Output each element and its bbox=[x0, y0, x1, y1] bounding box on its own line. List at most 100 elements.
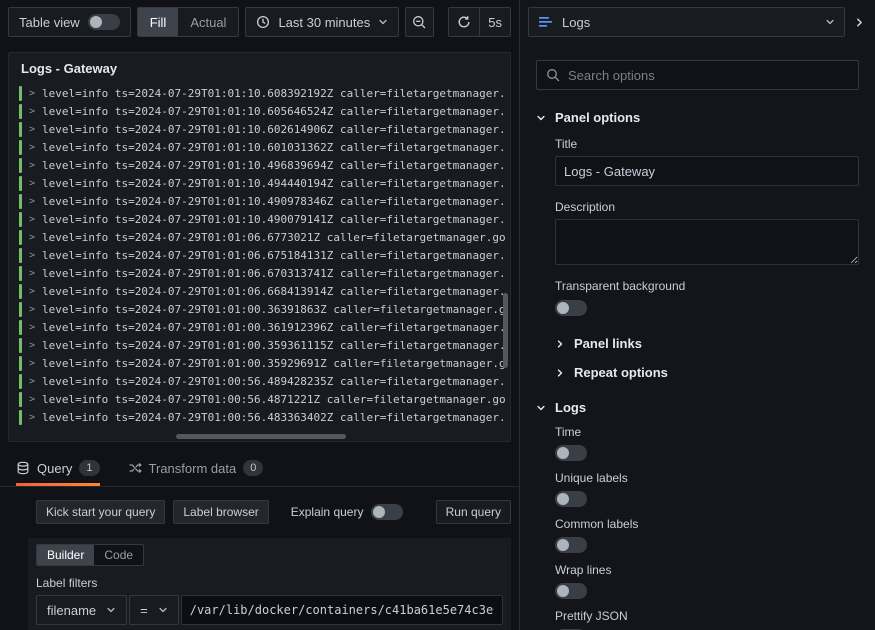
log-expand-chevron-icon[interactable]: > bbox=[29, 106, 35, 117]
tab-transform-data[interactable]: Transform data 0 bbox=[128, 450, 264, 486]
filter-operator-select[interactable]: = bbox=[129, 595, 179, 625]
log-expand-chevron-icon[interactable]: > bbox=[29, 394, 35, 405]
log-expand-chevron-icon[interactable]: > bbox=[29, 178, 35, 189]
log-expand-chevron-icon[interactable]: > bbox=[29, 412, 35, 423]
log-level-bar bbox=[19, 211, 22, 227]
collapse-options-pane-button[interactable] bbox=[849, 7, 869, 37]
builder-mode-option[interactable]: Builder bbox=[37, 545, 95, 565]
log-line[interactable]: > level=info ts=2024-07-29T01:01:10.6083… bbox=[19, 84, 506, 102]
log-line[interactable]: > level=info ts=2024-07-29T01:01:06.6773… bbox=[19, 228, 506, 246]
description-field-label: Description bbox=[555, 200, 616, 214]
log-expand-chevron-icon[interactable]: > bbox=[29, 358, 35, 369]
filter-value-input[interactable] bbox=[180, 595, 503, 625]
run-query-button[interactable]: Run query bbox=[435, 500, 511, 524]
log-line[interactable]: > level=info ts=2024-07-29T01:01:10.4968… bbox=[19, 156, 506, 174]
table-view-label: Table view bbox=[19, 14, 80, 30]
log-line[interactable]: > level=info ts=2024-07-29T01:01:00.3593… bbox=[19, 336, 506, 354]
log-level-bar bbox=[19, 319, 22, 335]
visualization-picker[interactable]: Logs bbox=[528, 7, 845, 37]
logs-option-toggle[interactable] bbox=[555, 445, 587, 461]
logs-section-header[interactable]: Logs bbox=[536, 400, 859, 415]
log-line[interactable]: > level=info ts=2024-07-29T01:01:10.4900… bbox=[19, 210, 506, 228]
code-mode-option[interactable]: Code bbox=[94, 545, 143, 565]
log-line[interactable]: > level=info ts=2024-07-29T01:01:10.6056… bbox=[19, 102, 506, 120]
log-line[interactable]: > level=info ts=2024-07-29T01:01:10.4944… bbox=[19, 174, 506, 192]
visualization-name: Logs bbox=[562, 14, 591, 30]
log-expand-chevron-icon[interactable]: > bbox=[29, 196, 35, 207]
options-search-input[interactable] bbox=[568, 67, 849, 83]
log-line-text: level=info ts=2024-07-29T01:01:10.605646… bbox=[42, 104, 506, 118]
chevron-right-icon bbox=[555, 339, 565, 349]
zoom-out-icon bbox=[412, 15, 427, 30]
log-line[interactable]: > level=info ts=2024-07-29T01:01:10.6010… bbox=[19, 138, 506, 156]
logs-option-toggle[interactable] bbox=[555, 537, 587, 553]
filter-label-select[interactable]: filename bbox=[36, 595, 128, 625]
panel-description-textarea[interactable] bbox=[555, 219, 859, 265]
logs-option-toggle[interactable] bbox=[555, 583, 587, 599]
logs-option-field: Common labels bbox=[555, 517, 859, 553]
log-line[interactable]: > level=info ts=2024-07-29T01:01:06.6703… bbox=[19, 264, 506, 282]
log-line[interactable]: > level=info ts=2024-07-29T01:01:06.6684… bbox=[19, 282, 506, 300]
log-line[interactable]: > level=info ts=2024-07-29T01:01:00.3619… bbox=[19, 318, 506, 336]
panel-title-input[interactable] bbox=[555, 156, 859, 186]
log-line[interactable]: > level=info ts=2024-07-29T01:01:10.6026… bbox=[19, 120, 506, 138]
log-line[interactable]: > level=info ts=2024-07-29T01:01:00.3592… bbox=[19, 354, 506, 372]
log-expand-chevron-icon[interactable]: > bbox=[29, 88, 35, 99]
log-expand-chevron-icon[interactable]: > bbox=[29, 286, 35, 297]
time-range-picker[interactable]: Last 30 minutes bbox=[245, 7, 400, 37]
panel-options-section-header[interactable]: Panel options bbox=[536, 110, 859, 125]
log-expand-chevron-icon[interactable]: > bbox=[29, 376, 35, 387]
zoom-out-button[interactable] bbox=[405, 7, 435, 37]
log-line[interactable]: > level=info ts=2024-07-29T01:01:06.6751… bbox=[19, 246, 506, 264]
panel-links-section-header[interactable]: Panel links bbox=[555, 336, 859, 351]
repeat-options-label: Repeat options bbox=[574, 365, 668, 380]
log-expand-chevron-icon[interactable]: > bbox=[29, 340, 35, 351]
vertical-scrollbar-thumb[interactable] bbox=[503, 293, 508, 368]
log-level-bar bbox=[19, 157, 22, 173]
kick-start-query-button[interactable]: Kick start your query bbox=[36, 500, 166, 524]
logs-option-label: Prettify JSON bbox=[555, 609, 628, 623]
log-expand-chevron-icon[interactable]: > bbox=[29, 160, 35, 171]
log-expand-chevron-icon[interactable]: > bbox=[29, 232, 35, 243]
log-line-text: level=info ts=2024-07-29T01:00:56.487122… bbox=[42, 392, 506, 406]
logs-option-toggle[interactable] bbox=[555, 491, 587, 507]
explain-query-toggle[interactable] bbox=[371, 504, 404, 520]
log-expand-chevron-icon[interactable]: > bbox=[29, 124, 35, 135]
time-range-label: Last 30 minutes bbox=[278, 14, 371, 30]
fill-actual-group: Fill Actual bbox=[136, 7, 240, 37]
log-expand-chevron-icon[interactable]: > bbox=[29, 322, 35, 333]
log-level-bar bbox=[19, 103, 22, 119]
log-line[interactable]: > level=info ts=2024-07-29T01:00:56.4833… bbox=[19, 408, 506, 426]
query-count-badge: 1 bbox=[79, 460, 100, 476]
table-view-toggle[interactable] bbox=[87, 14, 120, 30]
log-expand-chevron-icon[interactable]: > bbox=[29, 304, 35, 315]
log-expand-chevron-icon[interactable]: > bbox=[29, 268, 35, 279]
log-line[interactable]: > level=info ts=2024-07-29T01:01:00.3639… bbox=[19, 300, 506, 318]
repeat-options-section-header[interactable]: Repeat options bbox=[555, 365, 859, 380]
refresh-interval-button[interactable]: 5s bbox=[479, 8, 510, 36]
log-line[interactable]: > level=info ts=2024-07-29T01:01:10.4909… bbox=[19, 192, 506, 210]
main-toolbar: Table view Fill Actual Last 30 minutes 5… bbox=[0, 0, 519, 44]
refresh-button[interactable] bbox=[449, 8, 479, 36]
database-icon bbox=[16, 461, 30, 475]
label-browser-button[interactable]: Label browser bbox=[173, 500, 269, 524]
actual-option[interactable]: Actual bbox=[178, 8, 238, 36]
fill-option[interactable]: Fill bbox=[137, 8, 179, 36]
logs-option-label: Unique labels bbox=[555, 471, 628, 485]
title-field-label: Title bbox=[555, 137, 578, 151]
log-line[interactable]: > level=info ts=2024-07-29T01:00:56.4894… bbox=[19, 372, 506, 390]
horizontal-scrollbar-thumb[interactable] bbox=[176, 434, 346, 439]
log-level-bar bbox=[19, 193, 22, 209]
log-level-bar bbox=[19, 391, 22, 407]
log-expand-chevron-icon[interactable]: > bbox=[29, 250, 35, 261]
transparent-background-toggle[interactable] bbox=[555, 300, 587, 316]
chevron-right-icon bbox=[555, 368, 565, 378]
log-line-text: level=info ts=2024-07-29T01:01:10.601031… bbox=[42, 140, 506, 154]
log-expand-chevron-icon[interactable]: > bbox=[29, 214, 35, 225]
log-line[interactable]: > level=info ts=2024-07-29T01:00:56.4871… bbox=[19, 390, 506, 408]
logs-viz-icon bbox=[538, 15, 554, 29]
chevron-down-icon bbox=[825, 17, 835, 27]
log-expand-chevron-icon[interactable]: > bbox=[29, 142, 35, 153]
logs-option-label: Common labels bbox=[555, 517, 639, 531]
tab-query[interactable]: Query 1 bbox=[16, 450, 100, 486]
